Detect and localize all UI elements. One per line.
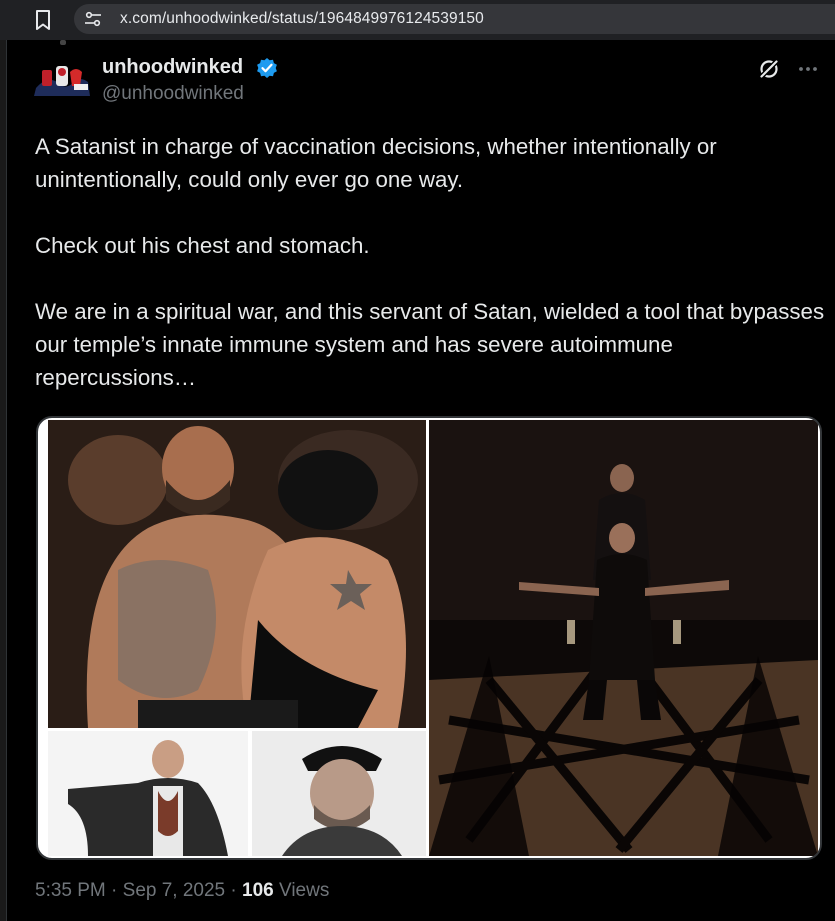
site-info-button[interactable]	[84, 11, 102, 27]
avatar[interactable]	[34, 58, 92, 98]
media-photo-1[interactable]	[48, 420, 426, 728]
views-count: 106	[242, 880, 274, 901]
views-label: Views	[273, 880, 330, 901]
media-photo-3[interactable]	[252, 731, 426, 856]
timestamp[interactable]: 5:35 PM · Sep 7, 2025 ·	[35, 880, 242, 901]
tweet-meta: 5:35 PM · Sep 7, 2025 · 106 Views	[35, 880, 329, 902]
browser-toolbar: x.com/unhoodwinked/status/19648499761245…	[0, 0, 835, 40]
author-handle[interactable]: @unhoodwinked	[102, 83, 244, 105]
media-photo-4[interactable]	[429, 420, 818, 856]
grok-button[interactable]	[758, 58, 780, 80]
scroll-marker	[60, 40, 66, 45]
bookmark-icon	[36, 10, 50, 30]
address-bar[interactable]: x.com/unhoodwinked/status/19648499761245…	[74, 4, 835, 34]
site-info-icon	[85, 11, 101, 27]
url-text[interactable]: x.com/unhoodwinked/status/19648499761245…	[120, 10, 484, 28]
author-name[interactable]: unhoodwinked	[102, 56, 243, 79]
more-button[interactable]	[796, 59, 820, 79]
verified-badge	[256, 57, 278, 79]
media-grid[interactable]	[36, 416, 822, 860]
left-rail	[0, 40, 7, 921]
bookmark-button[interactable]	[30, 8, 56, 32]
tweet-text: A Satanist in charge of vaccination deci…	[35, 134, 825, 390]
media-photo-2[interactable]	[48, 731, 248, 856]
more-icon	[799, 67, 817, 71]
grok-icon	[759, 59, 779, 79]
verified-icon	[257, 58, 277, 78]
